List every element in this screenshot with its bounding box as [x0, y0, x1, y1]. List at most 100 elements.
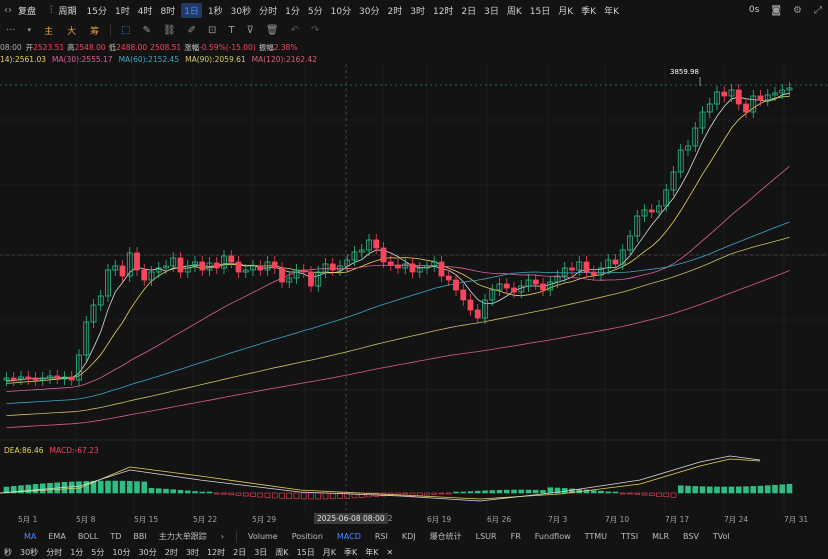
sub-indicator-tab-10[interactable]: TTSI [621, 532, 638, 541]
candle-body [308, 271, 314, 287]
indicator-tab-5[interactable]: 主力大单跟踪 [159, 531, 207, 542]
macd-bar [467, 491, 474, 494]
macd-bar [786, 483, 793, 494]
bottom-timeframe-5[interactable]: 10分 [112, 547, 130, 558]
indicator-tab-2[interactable]: BOLL [78, 532, 99, 541]
candle-body [228, 255, 235, 263]
macd-bar [648, 492, 655, 496]
indicator-tab-3[interactable]: TD [110, 532, 121, 541]
sub-indicator-tab-6[interactable]: LSUR [476, 532, 497, 541]
bottom-timeframe-15[interactable]: 季K [344, 547, 357, 558]
candle-body [141, 269, 148, 281]
macd-bar [677, 485, 684, 494]
macd-bar [119, 480, 126, 494]
candle-body [199, 261, 206, 271]
macd-bar [706, 486, 713, 494]
bottom-timeframe-6[interactable]: 30分 [139, 547, 157, 558]
bottom-timeframe-14[interactable]: 月K [323, 547, 336, 558]
sub-indicator-tab-11[interactable]: MLR [652, 532, 669, 541]
candle-body [279, 267, 285, 283]
indicator-tab-0[interactable]: MA [24, 532, 36, 541]
ma-line-120 [6, 270, 790, 428]
bottom-timeframe-3[interactable]: 1分 [70, 547, 83, 558]
macd-bar [416, 492, 423, 496]
sub-indicator-tab-2[interactable]: MACD [337, 532, 361, 541]
candle-body [721, 91, 728, 97]
sub-indicator-tab-13[interactable]: TVol [713, 532, 730, 541]
close-icon[interactable]: ✕ [387, 548, 394, 557]
dea-value: DEA:86.46 [4, 445, 44, 455]
ma-line-60 [6, 221, 790, 404]
macd-bar [612, 491, 619, 494]
candle-body [380, 247, 387, 263]
macd-bar [532, 489, 539, 494]
sub-indicator-tab-8[interactable]: Fundflow [535, 532, 571, 541]
bottom-timeframe-10[interactable]: 2日 [233, 547, 246, 558]
sub-indicator-tab-3[interactable]: RSI [375, 532, 388, 541]
macd-bar [293, 492, 300, 500]
candle-body [300, 269, 307, 273]
indicator-tab-4[interactable]: BBI [133, 532, 146, 541]
bottom-timeframe-13[interactable]: 15日 [297, 547, 315, 558]
chevron-right-icon[interactable]: › [221, 532, 224, 541]
peak-price-label: 3859.98 [670, 68, 699, 76]
macd-bar [735, 486, 742, 494]
candle-body [271, 261, 278, 269]
macd-bar [445, 492, 452, 495]
macd-bar [721, 486, 728, 494]
macd-bar [148, 487, 155, 494]
sub-indicator-tab-1[interactable]: Position [292, 532, 323, 541]
macd-bar [474, 490, 481, 494]
bottom-timeframe-4[interactable]: 5分 [91, 547, 104, 558]
macd-panel [0, 455, 793, 502]
macd-bar [184, 490, 191, 494]
macd-bar [627, 492, 633, 495]
macd-bar [670, 492, 677, 498]
macd-bar [315, 492, 322, 500]
macd-bar [163, 488, 169, 494]
price-chart[interactable] [0, 0, 828, 559]
sub-indicator-tab-12[interactable]: BSV [683, 532, 699, 541]
macd-bar [511, 489, 517, 494]
sub-indicator-tab-4[interactable]: KDJ [402, 532, 416, 541]
bottom-timeframe-7[interactable]: 2时 [165, 547, 178, 558]
macd-bar [228, 492, 235, 496]
candle-body [54, 375, 61, 379]
candle-body [177, 257, 184, 273]
bottom-timeframe-16[interactable]: 年K [365, 547, 378, 558]
sub-indicator-tab-0[interactable]: Volume [248, 532, 278, 541]
bottom-timeframe-1[interactable]: 30秒 [20, 547, 38, 558]
sub-indicator-tab-9[interactable]: TTMU [585, 532, 607, 541]
candle-body [583, 261, 590, 273]
macd-bar [714, 486, 720, 494]
sub-indicator-tab-5[interactable]: 爆仓统计 [430, 531, 462, 542]
x-axis-label: 5月 22 [193, 515, 218, 524]
macd-bar [126, 481, 133, 494]
x-axis-label: 6月 26 [487, 515, 512, 524]
macd-bar [242, 492, 249, 497]
macd-bar [590, 490, 597, 494]
macd-bar [692, 486, 699, 494]
bottom-timeframe-11[interactable]: 3日 [254, 547, 267, 558]
macd-bar [112, 480, 119, 494]
candle-body [134, 252, 140, 271]
sub-indicator-tab-7[interactable]: FR [511, 532, 521, 541]
indicator-tab-1[interactable]: EMA [48, 532, 65, 541]
x-axis-label: 7月 17 [665, 515, 690, 524]
candle-body [25, 376, 32, 380]
bottom-timeframe-8[interactable]: 3时 [186, 547, 199, 558]
macd-bar [279, 492, 285, 499]
candle-body [569, 267, 575, 271]
crosshair-date-label: 2025-06-08 08:00 [314, 513, 388, 524]
macd-bar [206, 491, 213, 494]
bottom-timeframe-2[interactable]: 分时 [46, 547, 62, 558]
candle-body [540, 283, 546, 291]
bottom-timeframe-12[interactable]: 周K [275, 547, 288, 558]
macd-bar [358, 492, 365, 498]
bottom-timeframe-0[interactable]: 秒 [4, 547, 12, 558]
candle-body [511, 287, 517, 293]
macd-bar [286, 492, 293, 499]
macd-bar [221, 492, 227, 495]
candle-body [503, 283, 510, 289]
bottom-timeframe-9[interactable]: 12时 [207, 547, 225, 558]
